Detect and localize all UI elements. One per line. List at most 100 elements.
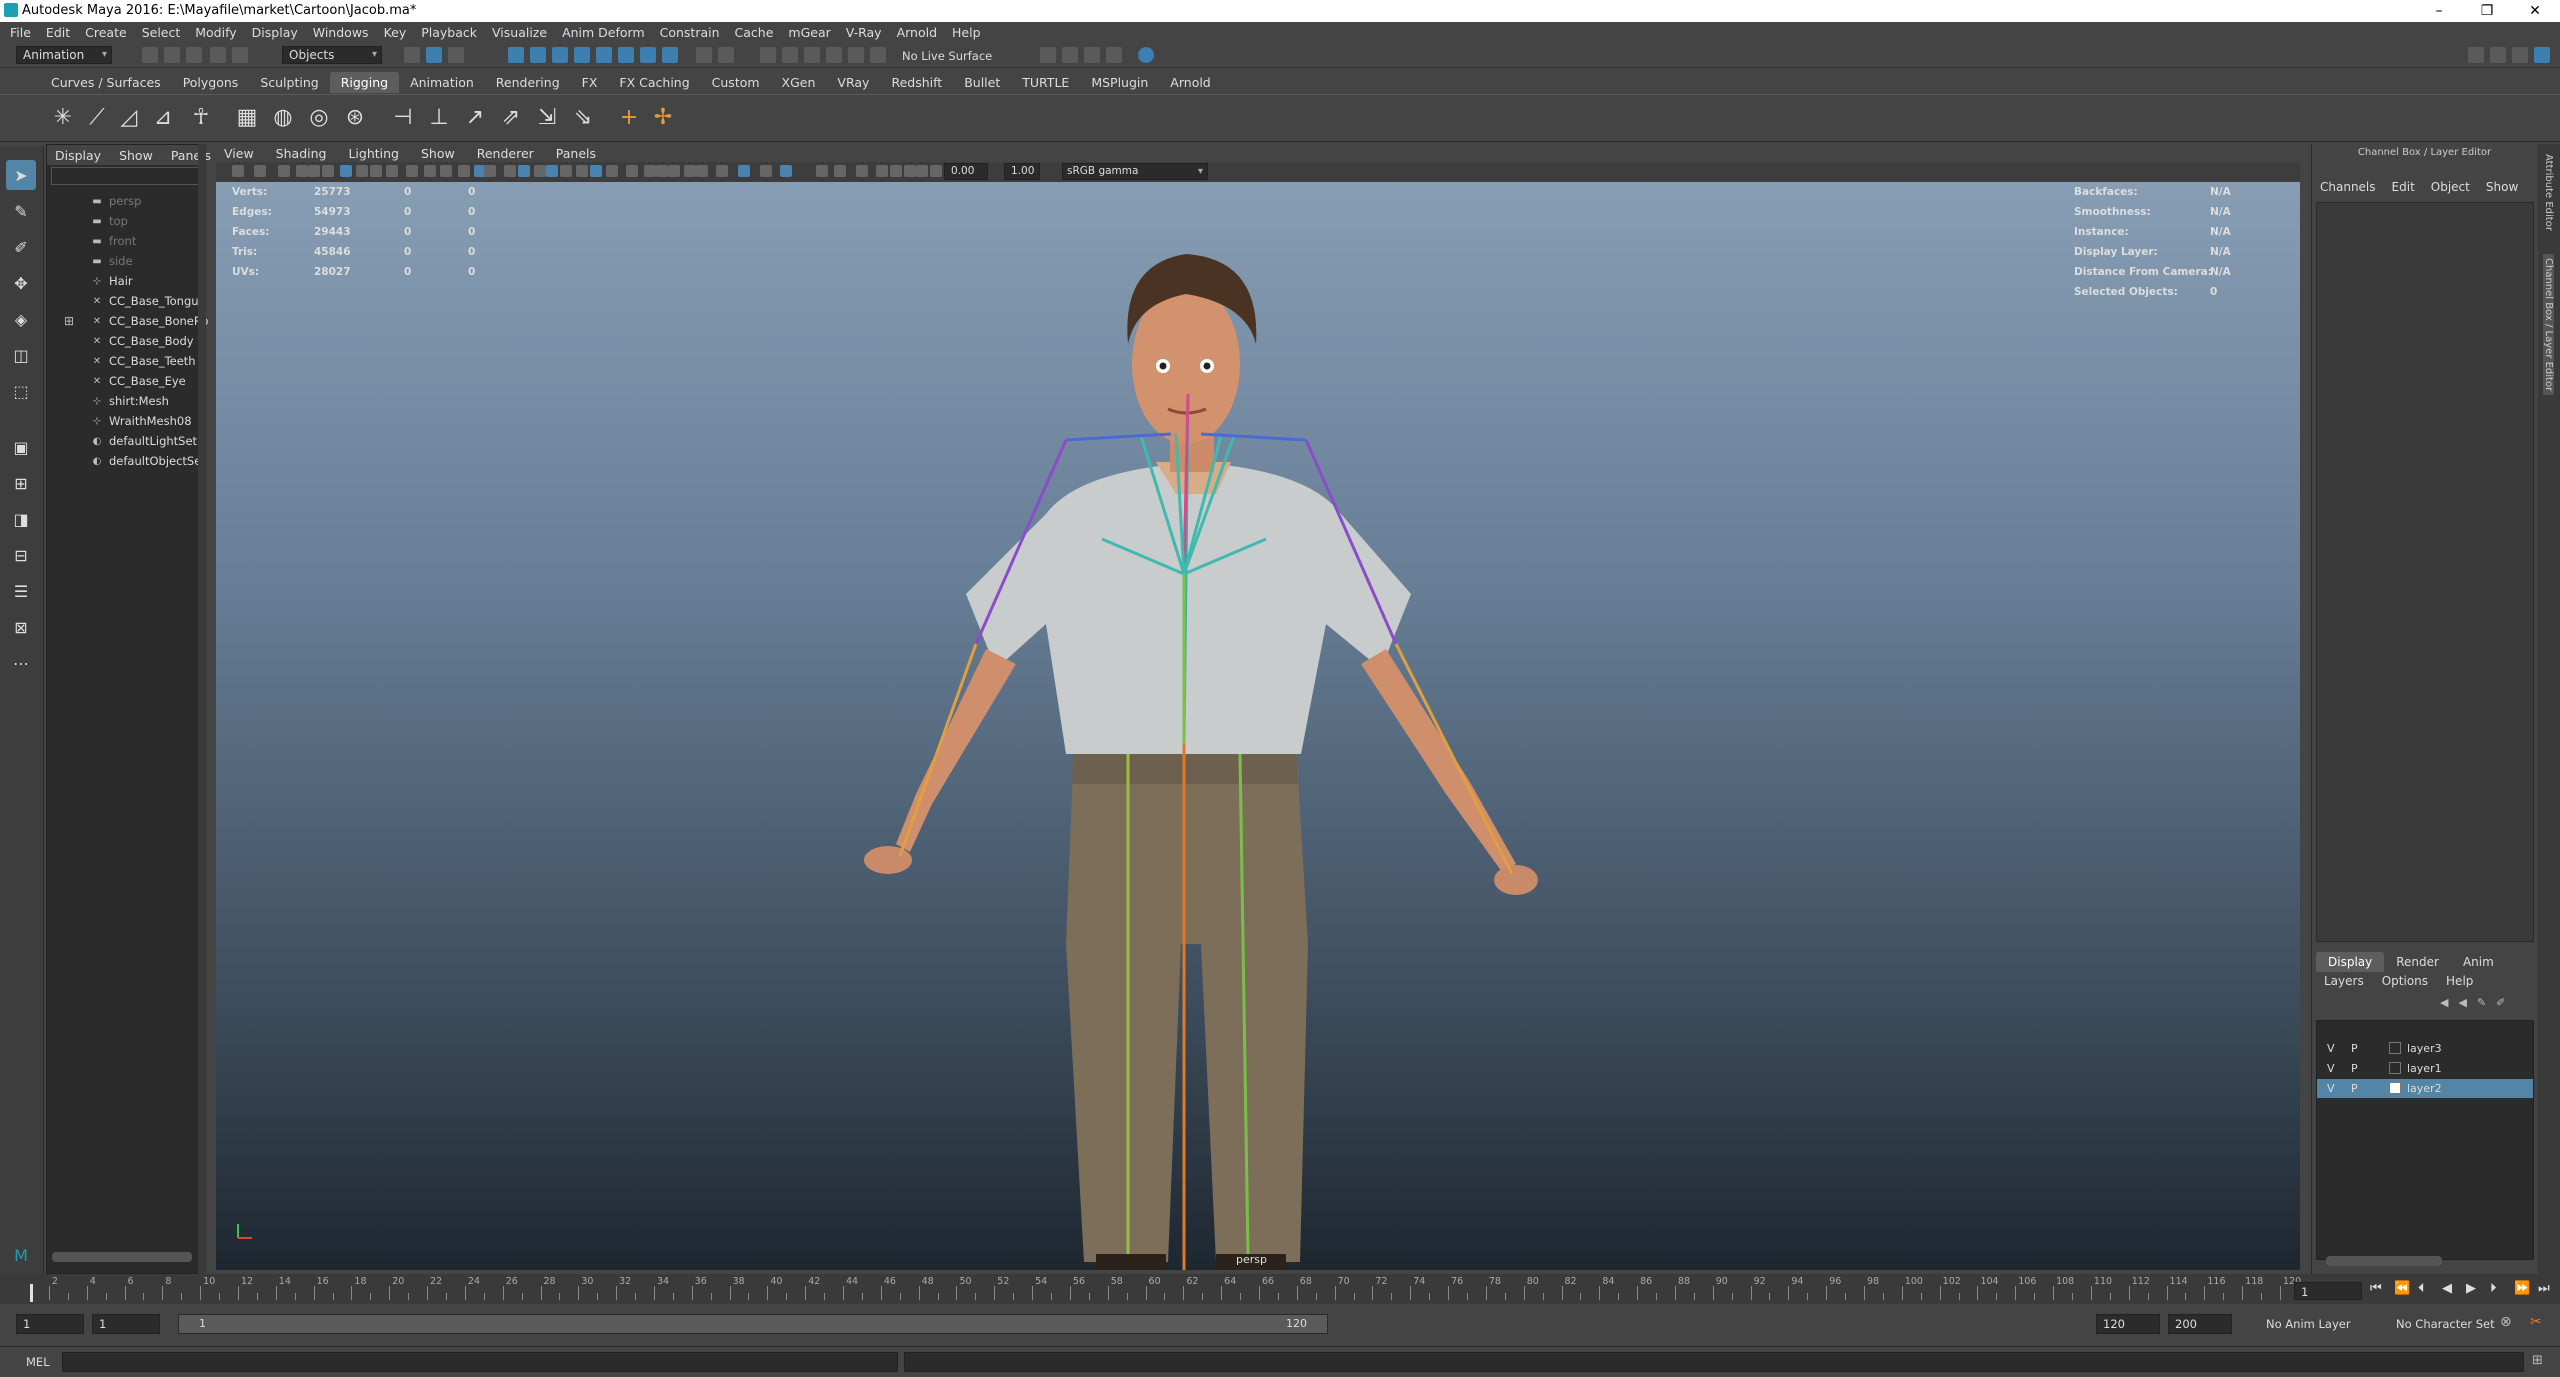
ik-handle-icon[interactable]: ⟋ (82, 102, 112, 132)
layer-move-up-icon[interactable]: ◀ (2440, 996, 2448, 1009)
sidebar-toggle-1-icon[interactable] (1040, 47, 1056, 63)
snap-vertex-icon[interactable] (618, 47, 634, 63)
viewport-tool-icon[interactable] (890, 165, 902, 177)
scale-tool-icon[interactable]: ◫ (6, 340, 36, 370)
vp-menu-renderer[interactable]: Renderer (477, 146, 534, 161)
outliner-item[interactable]: ✕ CC_Base_Eye (90, 372, 186, 390)
cb-menu-edit[interactable]: Edit (2392, 180, 2415, 194)
viewport-tool-icon[interactable] (440, 165, 452, 177)
viewport-tool-icon[interactable] (876, 165, 888, 177)
anim-end-field[interactable]: 200 (2168, 1314, 2232, 1334)
vp-menu-shading[interactable]: Shading (276, 146, 327, 161)
outliner-item[interactable]: ⊹ shirt:Mesh (90, 392, 169, 410)
layer-menu-layers[interactable]: Layers (2324, 974, 2364, 988)
colorspace-dropdown[interactable]: sRGB gamma (1062, 163, 1208, 180)
exposure-field[interactable]: 0.00 (944, 163, 988, 180)
detach-skin-icon[interactable]: ⇲ (532, 102, 562, 132)
outliner-menu-display[interactable]: Display (55, 148, 101, 163)
viewport-tool-icon[interactable] (716, 165, 728, 177)
viewport-tool-icon[interactable] (656, 165, 668, 177)
viewport-tool-icon[interactable] (254, 165, 266, 177)
lattice-icon[interactable]: ▦ (232, 102, 262, 132)
maya-home-icon[interactable]: M (6, 1240, 36, 1270)
snap-curve-icon[interactable] (530, 47, 546, 63)
history-icon[interactable] (718, 47, 734, 63)
lasso-tool-icon[interactable]: ✎ (6, 196, 36, 226)
menu-constrain[interactable]: Constrain (660, 25, 720, 40)
workspace-icon[interactable] (1138, 47, 1154, 63)
shelf-tab-fx[interactable]: FX (571, 72, 609, 93)
render-view-icon[interactable] (848, 47, 864, 63)
rigid-bind-icon[interactable]: ⊥ (424, 102, 454, 132)
viewport-tool-icon[interactable] (278, 165, 290, 177)
viewport-tool-icon[interactable] (322, 165, 334, 177)
attribute-editor-tab[interactable]: Attribute Editor (2543, 154, 2554, 231)
wrap-deformer-icon[interactable]: ◎ (304, 102, 334, 132)
viewport-tool-icon[interactable] (534, 165, 546, 177)
outliner-item[interactable]: ⊹ WraithMesh08 (90, 412, 192, 430)
layer-tab-render[interactable]: Render (2384, 952, 2451, 972)
outliner-item[interactable]: ▬ front (90, 232, 136, 250)
layer-visibility-toggle[interactable]: V (2327, 1042, 2335, 1055)
viewport-tool-icon[interactable] (856, 165, 868, 177)
cb-menu-channels[interactable]: Channels (2320, 180, 2376, 194)
graph-pane-icon[interactable]: ⊠ (6, 612, 36, 642)
viewport-tool-icon[interactable] (590, 165, 602, 177)
shelf-tab-xgen[interactable]: XGen (771, 72, 827, 93)
more-layouts-icon[interactable]: ⋯ (6, 648, 36, 678)
play-forwards-icon[interactable]: ▶ (2466, 1281, 2476, 1296)
sidebar-toggle-4-icon[interactable] (1106, 47, 1122, 63)
new-layer-selected-icon[interactable]: ✐ (2496, 996, 2505, 1009)
outliner-search-field[interactable] (51, 167, 201, 185)
menu-arnold[interactable]: Arnold (897, 25, 937, 40)
layer-tab-anim[interactable]: Anim (2451, 952, 2506, 972)
shelf-tab-redshift[interactable]: Redshift (880, 72, 953, 93)
menu-create[interactable]: Create (85, 25, 127, 40)
outliner-item[interactable]: ✕ CC_Base_Tongue (90, 292, 206, 310)
vp-menu-show[interactable]: Show (421, 146, 455, 161)
menu-file[interactable]: File (10, 25, 31, 40)
layer-playback-toggle[interactable]: P (2351, 1042, 2358, 1055)
layer-playback-toggle[interactable]: P (2351, 1062, 2358, 1075)
layer-menu-options[interactable]: Options (2382, 974, 2428, 988)
save-scene-icon[interactable] (186, 47, 202, 63)
current-time-marker[interactable] (30, 1284, 33, 1302)
four-pane-icon[interactable]: ⊞ (6, 468, 36, 498)
menu-select[interactable]: Select (142, 25, 181, 40)
viewport-tool-icon[interactable] (424, 165, 436, 177)
vp-menu-lighting[interactable]: Lighting (348, 146, 399, 161)
new-layer-icon[interactable]: ✎ (2477, 996, 2486, 1009)
cb-menu-show[interactable]: Show (2486, 180, 2518, 194)
ipr-render-icon[interactable] (782, 47, 798, 63)
range-slider[interactable]: 1 120 (178, 1314, 1328, 1334)
rotate-tool-icon[interactable]: ◈ (6, 304, 36, 334)
step-forward-frame-icon[interactable]: ⏵ (2490, 1281, 2497, 1296)
outliner-item[interactable]: ◐ defaultLightSet (90, 432, 197, 450)
layer-color-swatch[interactable] (2389, 1082, 2401, 1094)
layer-menu-help[interactable]: Help (2446, 974, 2473, 988)
step-forward-key-icon[interactable]: ⏩ (2514, 1281, 2530, 1296)
cluster-icon[interactable]: ◍ (268, 102, 298, 132)
viewport-tool-icon[interactable] (308, 165, 320, 177)
group-locator-icon[interactable]: ✢ (648, 102, 678, 132)
snap-surface-icon[interactable] (596, 47, 612, 63)
layout-1-icon[interactable] (2468, 47, 2484, 63)
character-set-dropdown[interactable]: No Character Set (2396, 1317, 2495, 1331)
script-editor-icon[interactable]: ⊞ (2532, 1353, 2543, 1368)
viewport-tool-icon[interactable] (696, 165, 708, 177)
shelf-tab-rendering[interactable]: Rendering (485, 72, 571, 93)
select-hierarchy-icon[interactable] (404, 47, 420, 63)
viewport-tool-icon[interactable] (458, 165, 470, 177)
shelf-tab-rigging[interactable]: Rigging (329, 72, 400, 93)
viewport-tool-icon[interactable] (760, 165, 772, 177)
cb-menu-object[interactable]: Object (2431, 180, 2470, 194)
viewport-tool-icon[interactable] (668, 165, 680, 177)
two-pane-icon[interactable]: ◨ (6, 504, 36, 534)
snap-pivot-icon[interactable] (662, 47, 678, 63)
viewport-tool-icon[interactable] (370, 165, 382, 177)
move-tool-icon[interactable]: ✥ (6, 268, 36, 298)
shelf-tab-turtle[interactable]: TURTLE (1011, 72, 1080, 93)
viewport-tool-icon[interactable] (340, 165, 352, 177)
redo-icon[interactable] (232, 47, 248, 63)
vp-menu-panels[interactable]: Panels (556, 146, 596, 161)
